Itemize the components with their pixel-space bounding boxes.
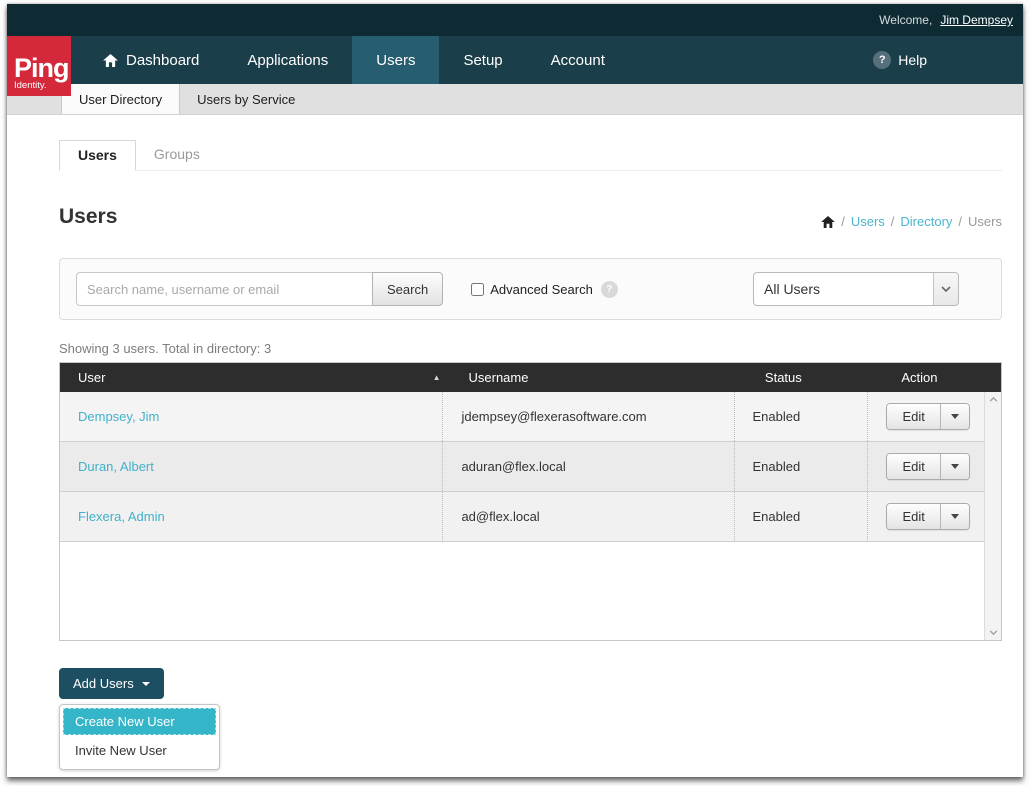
- filter-selected-value: All Users: [754, 281, 933, 297]
- username-cell: ad@flex.local: [461, 509, 539, 524]
- caret-down-icon: [951, 514, 959, 519]
- nav-label: Setup: [463, 52, 502, 69]
- tab-users[interactable]: Users: [59, 140, 136, 171]
- breadcrumb-link-users[interactable]: Users: [851, 214, 885, 229]
- scroll-up-icon[interactable]: [989, 397, 998, 402]
- title-row: Users / Users / Directory / Users: [59, 205, 1002, 229]
- current-user-link[interactable]: Jim Dempsey: [940, 13, 1013, 27]
- breadcrumb-separator: /: [841, 214, 845, 229]
- search-panel: Search Advanced Search ? All Users: [59, 258, 1002, 320]
- help-question-icon: ?: [873, 51, 891, 69]
- caret-down-icon: [142, 682, 150, 686]
- add-users-menu: Create New User Invite New User: [59, 704, 220, 770]
- table-body: Dempsey, Jim jdempsey@flexerasoftware.co…: [60, 392, 984, 640]
- edit-split-button: Edit: [886, 453, 969, 480]
- nav-item-applications[interactable]: Applications: [223, 36, 352, 84]
- advanced-search-control: Advanced Search ?: [471, 281, 618, 298]
- tab-label: Users: [78, 147, 117, 163]
- page-title: Users: [59, 205, 117, 229]
- directory-tabs: Users Groups: [59, 139, 1002, 171]
- caret-down-icon: [951, 414, 959, 419]
- column-header-username[interactable]: Username: [451, 370, 747, 385]
- caret-down-icon: [951, 464, 959, 469]
- tab-label: Groups: [154, 146, 200, 162]
- username-cell: jdempsey@flexerasoftware.com: [461, 409, 646, 424]
- nav-help[interactable]: ? Help: [873, 36, 1023, 84]
- ping-identity-logo[interactable]: Ping Identity.: [7, 36, 71, 96]
- breadcrumb: / Users / Directory / Users: [821, 214, 1002, 229]
- edit-button[interactable]: Edit: [887, 454, 939, 479]
- status-cell: Enabled: [753, 459, 801, 474]
- tab-label: User Directory: [79, 92, 162, 107]
- search-input-group: Search: [76, 272, 443, 306]
- edit-button[interactable]: Edit: [887, 504, 939, 529]
- breadcrumb-current: Users: [968, 214, 1002, 229]
- search-button[interactable]: Search: [372, 272, 443, 306]
- advanced-search-checkbox[interactable]: [471, 283, 484, 296]
- edit-button[interactable]: Edit: [887, 404, 939, 429]
- user-name-link[interactable]: Dempsey, Jim: [78, 409, 159, 424]
- nav-item-setup[interactable]: Setup: [439, 36, 526, 84]
- sort-ascending-icon[interactable]: ▲: [433, 373, 441, 382]
- tab-users-by-service[interactable]: Users by Service: [180, 84, 312, 114]
- results-summary: Showing 3 users. Total in directory: 3: [59, 341, 1002, 356]
- column-header-user[interactable]: User ▲: [60, 370, 451, 385]
- add-users-label: Add Users: [73, 676, 134, 691]
- status-cell: Enabled: [753, 409, 801, 424]
- table-row: Dempsey, Jim jdempsey@flexerasoftware.co…: [60, 392, 984, 442]
- screenshot-canvas: Welcome, Jim Dempsey Ping Identity. Dash…: [0, 0, 1030, 786]
- edit-dropdown-toggle[interactable]: [940, 504, 969, 529]
- menu-item-create-new-user[interactable]: Create New User: [63, 708, 216, 735]
- edit-dropdown-toggle[interactable]: [940, 404, 969, 429]
- nav-label: Applications: [247, 52, 328, 69]
- help-label: Help: [898, 52, 927, 68]
- add-users-button[interactable]: Add Users: [59, 668, 164, 699]
- nav-item-account[interactable]: Account: [527, 36, 629, 84]
- search-input[interactable]: [76, 272, 372, 306]
- column-header-action: Action: [883, 370, 1001, 385]
- scroll-down-icon[interactable]: [989, 630, 998, 635]
- user-name-link[interactable]: Duran, Albert: [78, 459, 154, 474]
- table-header: User ▲ Username Status Action: [60, 363, 1001, 392]
- chevron-down-icon: [941, 286, 951, 292]
- users-table: User ▲ Username Status Action Dem: [59, 362, 1002, 641]
- user-name-link[interactable]: Flexera, Admin: [78, 509, 165, 524]
- table-scrollbar[interactable]: [984, 392, 1001, 640]
- logo-subbrand-text: Identity.: [14, 80, 65, 91]
- main-content: Users Groups Users / Users / Directory: [7, 115, 1023, 777]
- table-row: Flexera, Admin ad@flex.local Enabled Edi…: [60, 492, 984, 542]
- top-welcome-bar: Welcome, Jim Dempsey: [7, 4, 1023, 36]
- app-window: Welcome, Jim Dempsey Ping Identity. Dash…: [7, 4, 1023, 777]
- home-icon: [103, 54, 118, 67]
- breadcrumb-link-directory[interactable]: Directory: [900, 214, 952, 229]
- nav-item-users[interactable]: Users: [352, 36, 439, 84]
- breadcrumb-home-icon[interactable]: [821, 216, 835, 228]
- logo-brand-text: Ping: [14, 56, 65, 80]
- username-cell: aduran@flex.local: [461, 459, 565, 474]
- select-chevron-box: [933, 273, 958, 305]
- breadcrumb-separator: /: [891, 214, 895, 229]
- edit-split-button: Edit: [886, 503, 969, 530]
- user-filter-select[interactable]: All Users: [753, 272, 959, 306]
- nav-label: Dashboard: [126, 52, 199, 69]
- main-nav: Ping Identity. Dashboard Applications Us…: [7, 36, 1023, 84]
- welcome-label: Welcome,: [879, 13, 932, 27]
- tab-user-directory[interactable]: User Directory: [61, 84, 180, 114]
- nav-label: Users: [376, 52, 415, 69]
- tab-label: Users by Service: [197, 92, 295, 107]
- status-cell: Enabled: [753, 509, 801, 524]
- edit-split-button: Edit: [886, 403, 969, 430]
- breadcrumb-separator: /: [958, 214, 962, 229]
- edit-dropdown-toggle[interactable]: [940, 454, 969, 479]
- section-tabs: User Directory Users by Service: [7, 84, 1023, 115]
- menu-item-invite-new-user[interactable]: Invite New User: [63, 735, 216, 766]
- tab-groups[interactable]: Groups: [136, 140, 218, 171]
- table-row: Duran, Albert aduran@flex.local Enabled …: [60, 442, 984, 492]
- advanced-search-label: Advanced Search: [490, 282, 593, 297]
- column-header-status[interactable]: Status: [747, 370, 883, 385]
- advanced-search-help-icon[interactable]: ?: [601, 281, 618, 298]
- nav-item-dashboard[interactable]: Dashboard: [79, 36, 223, 84]
- nav-label: Account: [551, 52, 605, 69]
